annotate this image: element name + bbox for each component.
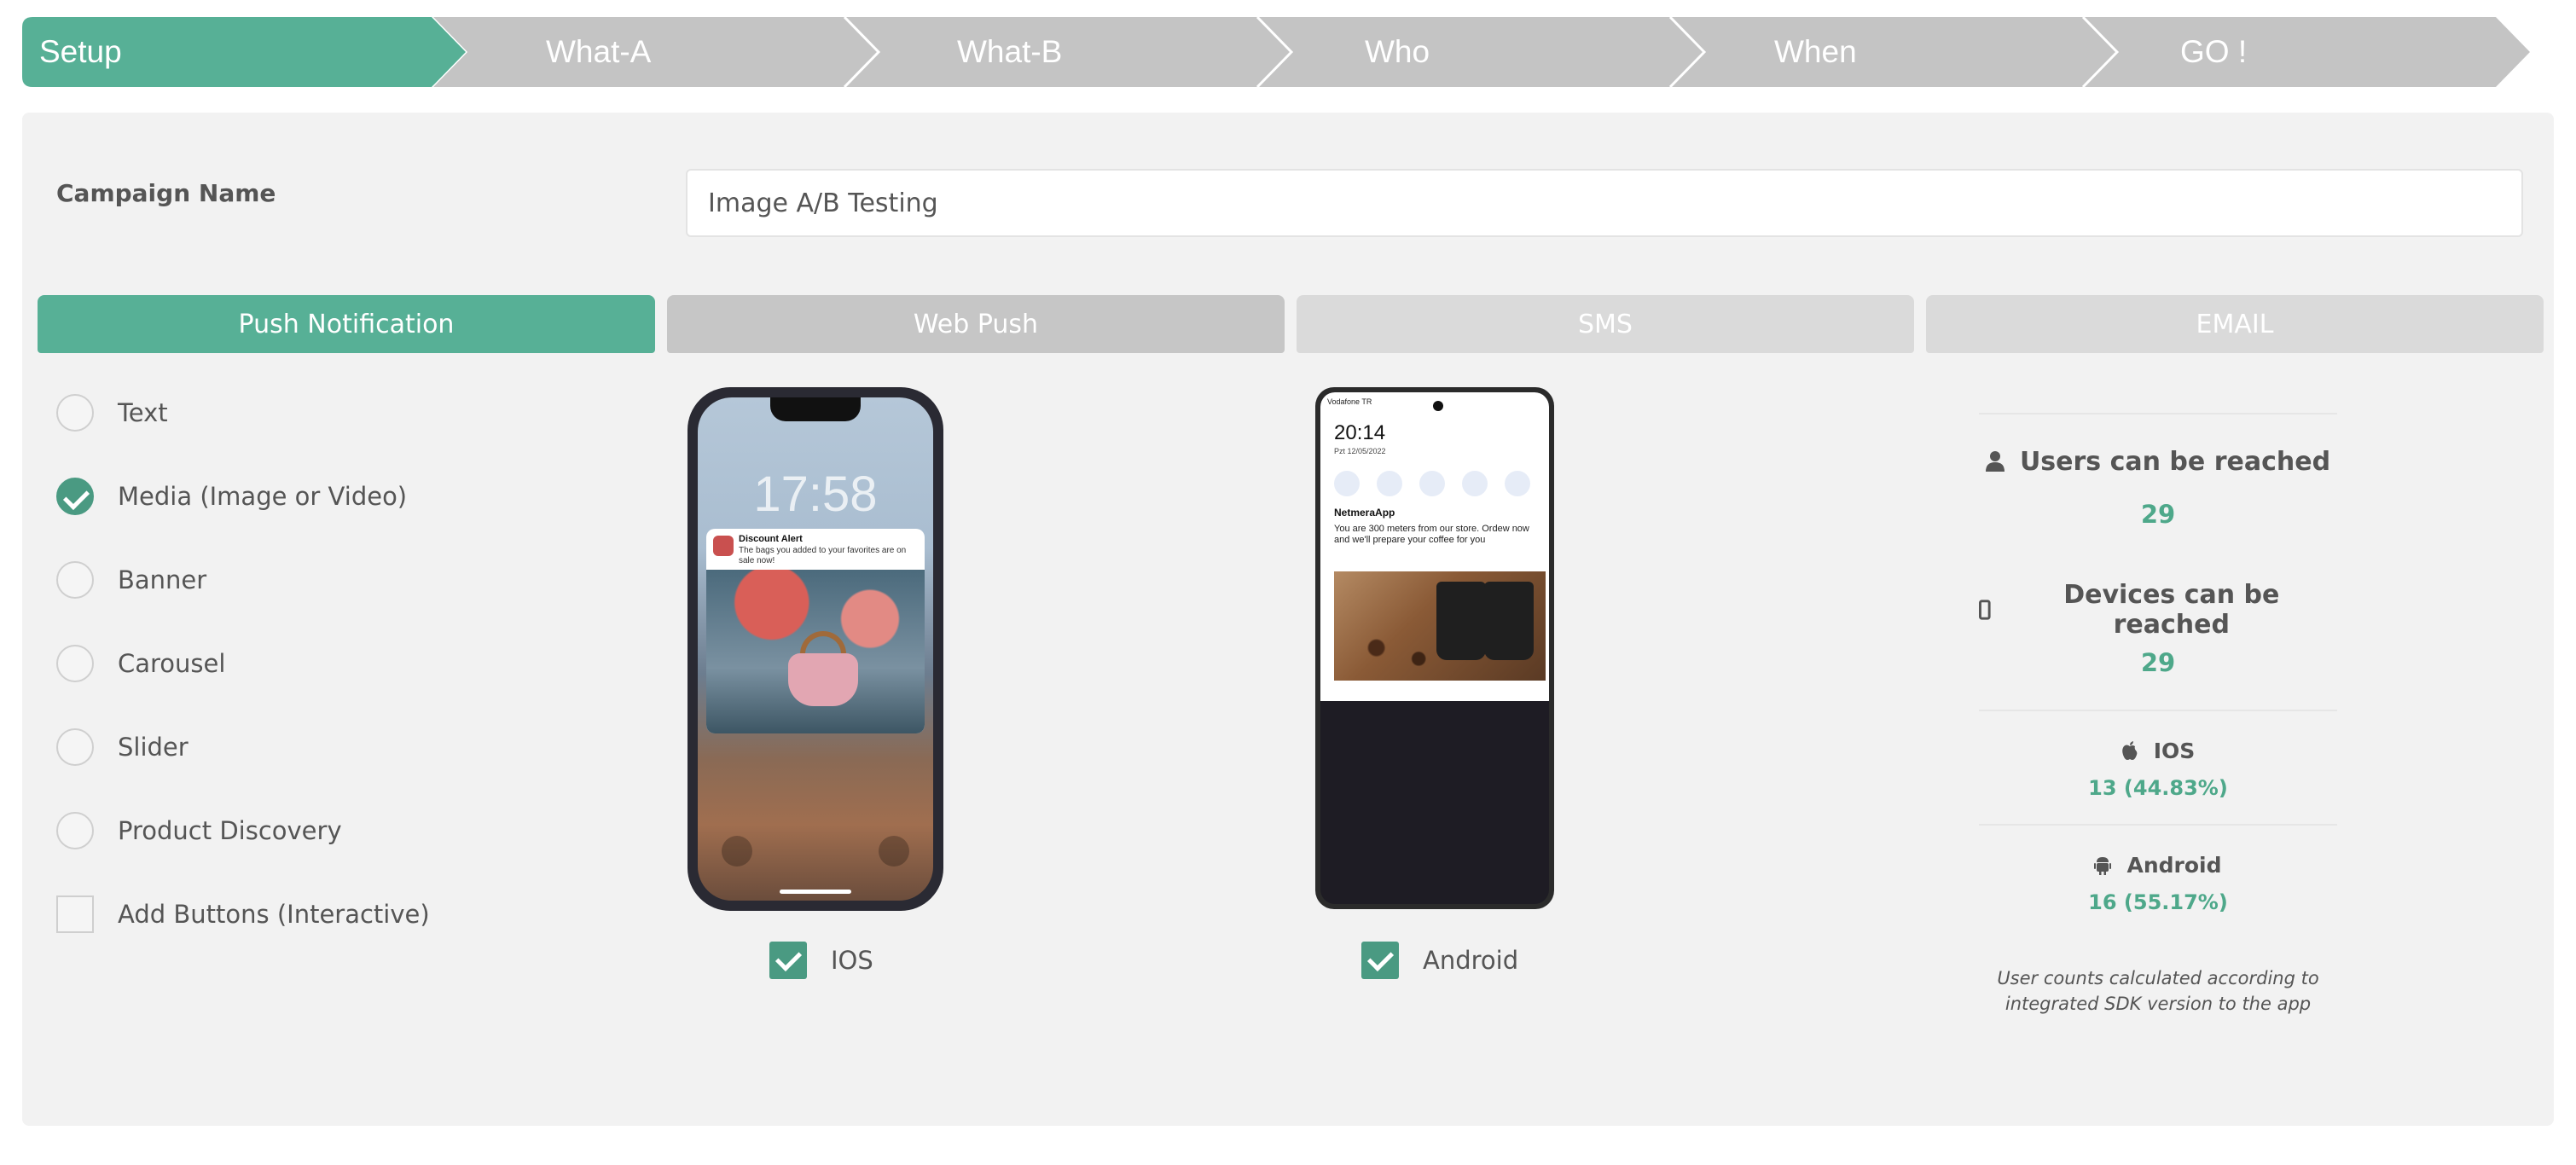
wizard-steps-shapes [22, 17, 2530, 87]
platform-label: Android [1423, 946, 1519, 975]
radio-product-discovery[interactable] [56, 812, 94, 849]
radio-text[interactable] [56, 394, 94, 432]
platform-android[interactable]: Android [1361, 940, 1518, 981]
android-reach-value: 16 (55.17%) [2088, 890, 2228, 914]
ios-reach-label: IOS [2153, 738, 2196, 763]
option-label: Product Discovery [118, 816, 342, 845]
ios-notification-card: Discount Alert The bags you added to you… [706, 529, 925, 733]
step-setup[interactable]: Setup [39, 17, 122, 87]
option-label: Slider [118, 733, 189, 762]
devices-reach-title: Devices can be reached [1979, 580, 2337, 640]
users-reach-label: Users can be reached [2019, 446, 2331, 477]
android-reach-title: Android [1979, 846, 2337, 884]
ios-reach-value: 13 (44.83%) [2088, 776, 2228, 800]
home-indicator [780, 890, 851, 894]
app-icon [713, 536, 734, 556]
android-date: Pzt 12/05/2022 [1334, 447, 1386, 455]
campaign-name-input[interactable] [686, 169, 2523, 237]
option-label: Text [118, 398, 168, 427]
camera-icon [879, 836, 909, 867]
reach-note-line-1: User counts calculated according to [1997, 968, 2319, 988]
coffee-cup [1436, 582, 1486, 660]
ios-notification-title: Discount Alert [739, 534, 803, 544]
radio-media[interactable] [56, 478, 94, 515]
users-reach-value: 29 [2140, 500, 2176, 529]
tab-web-push[interactable]: Web Push [667, 295, 1285, 353]
flashlight-icon [722, 836, 752, 867]
option-label: Add Buttons (Interactive) [118, 900, 430, 929]
step-who[interactable]: Who [1365, 17, 1430, 87]
mobile-icon [1979, 600, 1991, 620]
wifi-icon [1334, 471, 1360, 496]
users-reach-title: Users can be reached [1979, 440, 2337, 483]
checkbox-ios[interactable] [769, 942, 807, 979]
step-go[interactable]: GO ! [2180, 17, 2247, 87]
ios-preview-phone: 17:58 Discount Alert The bags you added … [688, 387, 943, 911]
android-notification-shade: Vodafone TR 20:14 Pzt 12/05/2022 Netmera… [1320, 392, 1549, 701]
android-notification-message: You are 300 meters from our store. Ordew… [1334, 524, 1529, 545]
user-icon [1985, 451, 2005, 472]
android-app-name: NetmeraApp [1334, 507, 1395, 519]
data-icon [1377, 471, 1402, 496]
tab-sms[interactable]: SMS [1297, 295, 1914, 353]
platform-ios[interactable]: IOS [769, 940, 873, 981]
divider [1979, 824, 2337, 826]
ios-notch [770, 397, 861, 421]
option-banner[interactable]: Banner [56, 559, 206, 600]
android-camera-hole [1433, 401, 1443, 411]
android-preview-phone: Vodafone TR 20:14 Pzt 12/05/2022 Netmera… [1315, 387, 1554, 909]
notification-media-image [706, 570, 925, 733]
ios-notification-body: The bags you added to your favorites are… [739, 546, 907, 565]
ios-reach-title: IOS [1979, 732, 2337, 769]
reach-note-line-2: integrated SDK version to the app [2005, 994, 2312, 1014]
android-screen: Vodafone TR 20:14 Pzt 12/05/2022 Netmera… [1320, 392, 1549, 904]
rotate-icon [1505, 471, 1530, 496]
tab-push-notification[interactable]: Push Notification [38, 295, 655, 353]
campaign-name-label: Campaign Name [56, 179, 276, 207]
reach-note: User counts calculated according to inte… [1979, 965, 2337, 1017]
option-label: Media (Image or Video) [118, 482, 408, 511]
radio-carousel[interactable] [56, 645, 94, 682]
option-label: Banner [118, 565, 207, 594]
checkbox-add-buttons[interactable] [56, 895, 94, 933]
radio-slider[interactable] [56, 728, 94, 766]
ios-clock: 17:58 [753, 467, 878, 522]
radio-banner[interactable] [56, 561, 94, 599]
platform-label: IOS [831, 946, 873, 975]
apple-icon [2121, 741, 2138, 760]
option-slider[interactable]: Slider [56, 727, 189, 768]
divider [1979, 710, 2337, 711]
wizard-steps: Setup What-A What-B Who When GO ! [22, 17, 2530, 87]
option-carousel[interactable]: Carousel [56, 643, 225, 684]
step-what-b[interactable]: What-B [957, 17, 1062, 87]
divider [1979, 413, 2337, 414]
coffee-cup [1484, 582, 1534, 660]
step-what-a[interactable]: What-A [546, 17, 651, 87]
bluetooth-icon [1462, 471, 1488, 496]
android-icon [2094, 857, 2112, 875]
option-product-discovery[interactable]: Product Discovery [56, 810, 342, 851]
android-carrier: Vodafone TR [1327, 397, 1372, 406]
ios-lock-screen: 17:58 Discount Alert The bags you added … [698, 397, 933, 901]
step-when[interactable]: When [1774, 17, 1857, 87]
devices-reach-value: 29 [2140, 648, 2176, 677]
option-label: Carousel [118, 649, 226, 678]
devices-reach-label: Devices can be reached [2063, 580, 2280, 640]
option-media[interactable]: Media (Image or Video) [56, 476, 407, 517]
android-clock: 20:14 [1334, 421, 1386, 444]
handbag [788, 653, 858, 706]
android-reach-label: Android [2126, 852, 2222, 878]
tab-email[interactable]: EMAIL [1926, 295, 2544, 353]
option-add-buttons[interactable]: Add Buttons (Interactive) [56, 894, 430, 935]
checkbox-android[interactable] [1361, 942, 1399, 979]
option-text[interactable]: Text [56, 392, 168, 433]
notification-media-image [1334, 571, 1546, 681]
vibrate-icon [1419, 471, 1445, 496]
